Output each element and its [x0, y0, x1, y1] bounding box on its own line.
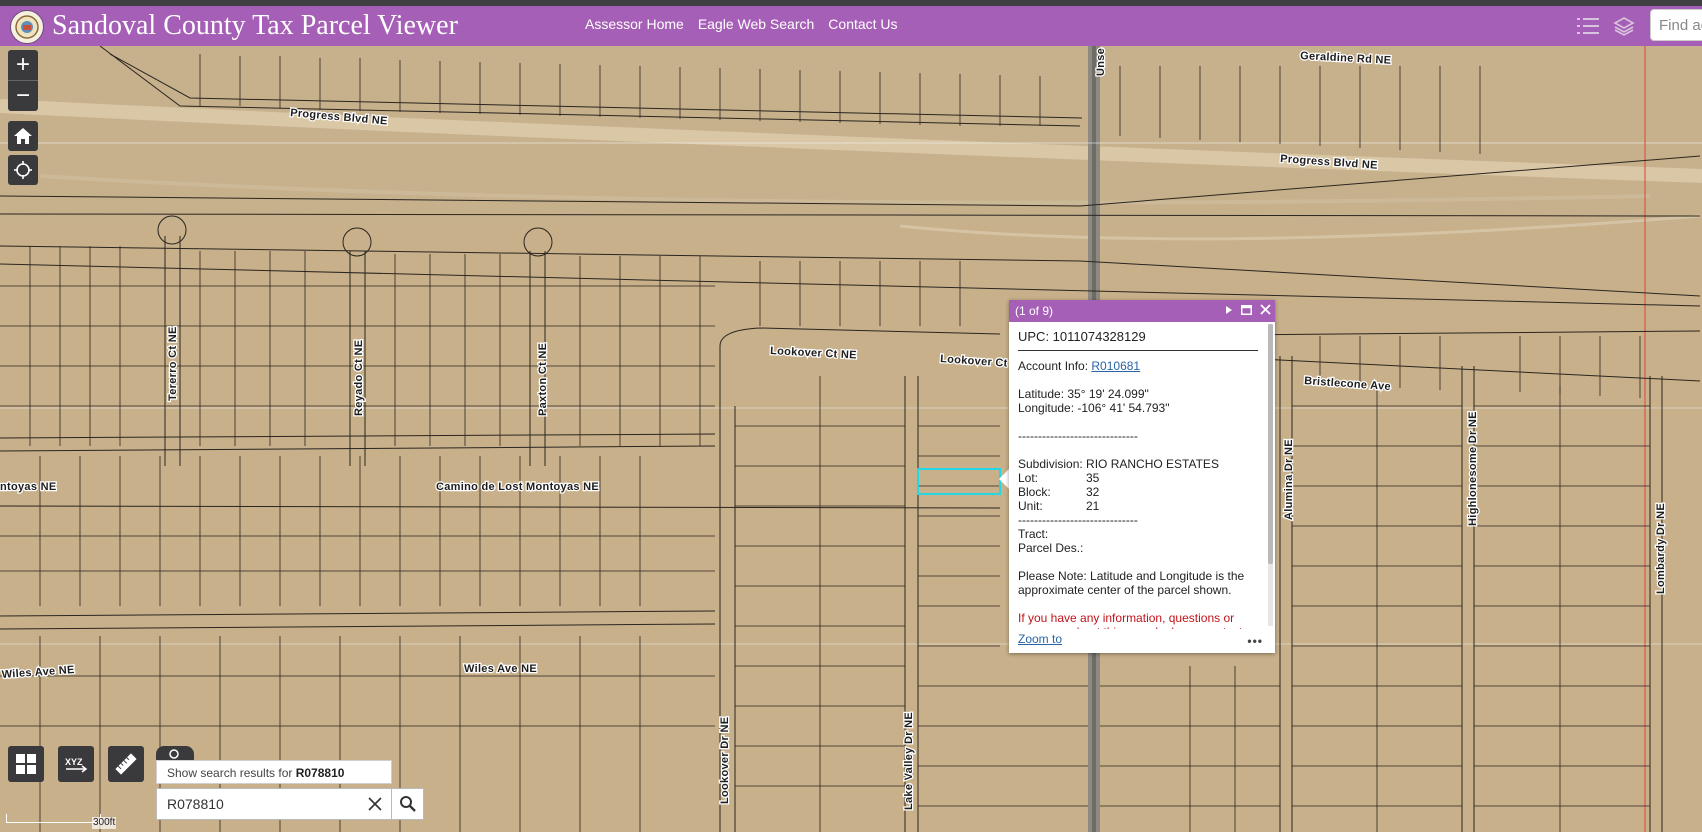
popup-header: (1 of 9): [1009, 300, 1275, 322]
app-title: Sandoval County Tax Parcel Viewer: [52, 10, 458, 41]
maximize-popup-button[interactable]: [1241, 300, 1252, 322]
xyz-coordinate-icon: XYZ: [65, 757, 88, 773]
popup-scrollbar[interactable]: [1268, 324, 1273, 626]
road-label-alumina: Alumina Dr NE: [1283, 439, 1295, 520]
seal-icon: [15, 15, 39, 39]
road-label-lombardy: Lombardy Dr NE: [1655, 503, 1667, 594]
search-input[interactable]: R078810: [156, 788, 392, 820]
lot-row: Lot: 35: [1018, 471, 1258, 485]
legend-list-icon[interactable]: [1574, 12, 1602, 40]
road-label-camino: Camino de Lost Montoyas NE: [436, 481, 599, 493]
account-info-row: Account Info: R010681: [1018, 359, 1258, 373]
map-view[interactable]: Geraldine Rd NE Progress Blvd NE Progres…: [0, 46, 1702, 832]
zoom-control: + −: [8, 50, 38, 111]
home-icon: [14, 128, 32, 144]
close-icon: [1260, 304, 1271, 315]
search-suggestion-term: R078810: [295, 766, 345, 780]
lot-label: Lot:: [1018, 471, 1039, 485]
layers-icon[interactable]: [1610, 12, 1638, 40]
coordinate-button[interactable]: XYZ: [58, 746, 94, 782]
scale-bar-label: 300ft: [92, 817, 117, 829]
road-label-tererro: Tererro Ct NE: [167, 326, 179, 401]
measure-ruler-icon: [115, 753, 137, 775]
block-label: Block:: [1018, 485, 1051, 499]
road-label-unser: Unse: [1095, 48, 1107, 76]
locate-crosshair-icon: [14, 161, 32, 179]
parcel-info-popup: (1 of 9) UPC: 1011074328129 Account Info…: [1009, 300, 1275, 653]
road-label-lookover-dr: Lookover Dr NE: [719, 717, 731, 804]
subdivision-text: Subdivision: RIO RANCHO ESTATES: [1018, 457, 1219, 471]
road-label-montoyas-west: ntoyas NE: [0, 481, 57, 493]
parcel-des-text: Parcel Des.:: [1018, 541, 1084, 555]
clear-search-button[interactable]: [365, 793, 385, 815]
road-label-wiles-mid: Wiles Ave NE: [464, 663, 537, 675]
popup-footer: Zoom to •••: [1009, 629, 1275, 653]
contact-note: If you have any information, questions o…: [1018, 611, 1242, 629]
find-address-input[interactable]: Find ad: [1650, 9, 1702, 41]
close-icon: [368, 797, 382, 811]
road-label-lake-valley: Lake Valley Dr NE: [903, 712, 915, 810]
unit-value: 21: [1086, 499, 1100, 513]
map-canvas[interactable]: Geraldine Rd NE Progress Blvd NE Progres…: [0, 46, 1702, 832]
more-actions-button[interactable]: •••: [1247, 631, 1263, 651]
search-input-value: R078810: [167, 796, 224, 812]
popup-feature-counter: (1 of 9): [1015, 304, 1054, 318]
latlong-note: Please Note: Latitude and Longitude is t…: [1018, 569, 1245, 597]
play-next-icon: [1226, 306, 1232, 314]
account-info-label: Account Info:: [1018, 359, 1092, 373]
header-tools: [1574, 12, 1638, 40]
popup-content[interactable]: UPC: 1011074328129 Account Info: R010681…: [1009, 322, 1267, 629]
road-label-highlonesome: Highlonesome Dr NE: [1467, 411, 1479, 526]
unit-label: Unit:: [1018, 499, 1043, 513]
divider-text-2: ------------------------------: [1018, 513, 1138, 527]
maximize-icon: [1241, 305, 1252, 315]
zoom-to-link[interactable]: Zoom to: [1018, 632, 1062, 646]
svg-text:XYZ: XYZ: [65, 757, 83, 767]
account-info-link[interactable]: R010681: [1091, 359, 1140, 373]
lot-value: 35: [1086, 471, 1100, 485]
search-button[interactable]: [392, 788, 424, 820]
measure-button[interactable]: [108, 746, 144, 782]
nav-contact-us-link[interactable]: Contact Us: [828, 16, 897, 32]
search-icon: [399, 796, 416, 812]
grid-icon: [16, 754, 36, 774]
block-row: Block: 32: [1018, 485, 1258, 499]
app-header: Sandoval County Tax Parcel Viewer Assess…: [0, 6, 1702, 46]
block-value: 32: [1086, 485, 1100, 499]
close-popup-button[interactable]: [1260, 300, 1271, 322]
popup-pointer: [999, 469, 1009, 489]
longitude-text: Longitude: -106° 41' 54.793": [1018, 401, 1170, 415]
header-nav: Assessor Home Eagle Web Search Contact U…: [585, 16, 898, 32]
next-feature-button[interactable]: [1225, 300, 1233, 322]
search-widget-toggle[interactable]: [156, 746, 194, 760]
zoom-in-button[interactable]: +: [8, 50, 38, 80]
tract-text: Tract:: [1018, 527, 1049, 541]
locate-button[interactable]: [8, 155, 38, 185]
zoom-out-button[interactable]: −: [8, 80, 38, 111]
nav-assessor-home-link[interactable]: Assessor Home: [585, 16, 684, 32]
county-seal-logo: [10, 10, 44, 44]
search-toggle-icon: [169, 749, 179, 759]
search-suggestion-prefix: Show search results for: [167, 766, 296, 780]
home-button[interactable]: [8, 121, 38, 151]
nav-eagle-web-search-link[interactable]: Eagle Web Search: [698, 16, 814, 32]
latitude-text: Latitude: 35° 19' 24.099": [1018, 387, 1149, 401]
search-widget: R078810: [156, 788, 424, 820]
road-label-paxton: Paxton Ct NE: [537, 343, 549, 416]
scale-bar: [6, 814, 101, 823]
unit-row: Unit: 21: [1018, 499, 1258, 513]
road-label-reyado: Reyado Ct NE: [353, 340, 365, 416]
popup-upc: UPC: 1011074328129: [1018, 330, 1258, 351]
basemap-gallery-button[interactable]: [8, 746, 44, 782]
search-suggestion[interactable]: Show search results for R078810: [156, 760, 392, 784]
divider-text: ------------------------------: [1018, 429, 1138, 443]
